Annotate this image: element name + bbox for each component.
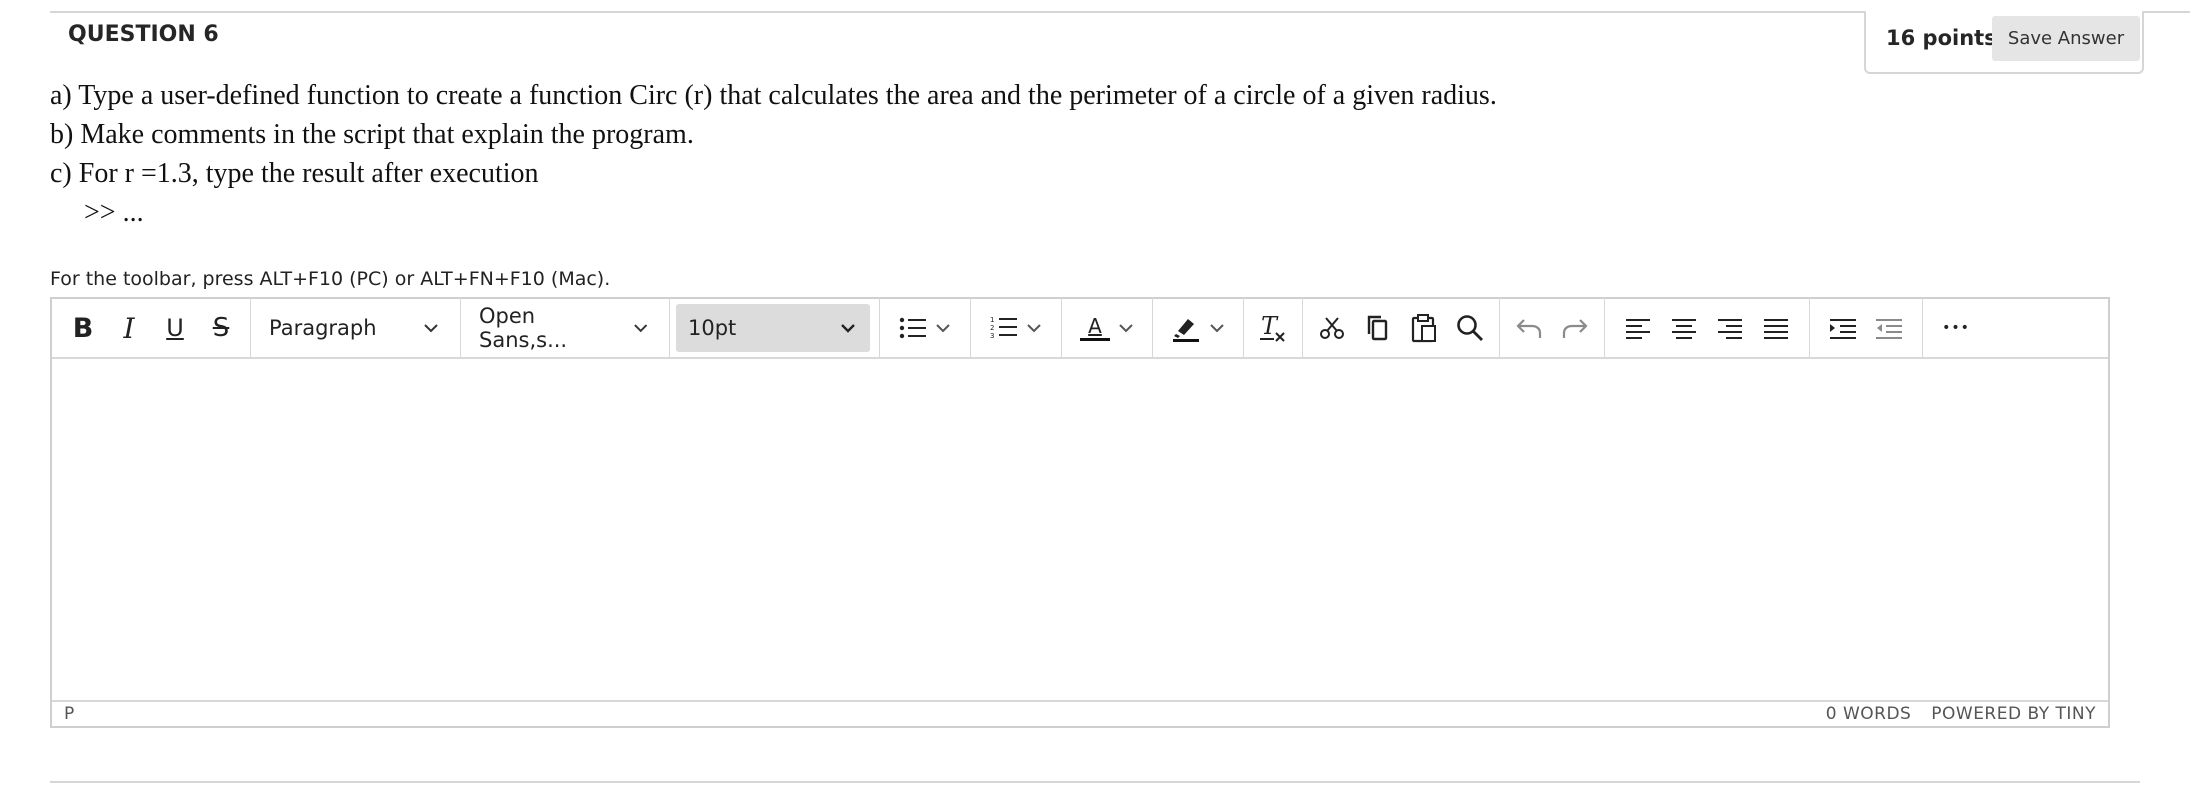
font-family-select[interactable]: Open Sans,s...	[467, 304, 662, 352]
highlight-color-button[interactable]	[1159, 306, 1237, 350]
align-left-icon	[1626, 319, 1650, 339]
points-panel: 16 points Save Answer	[1864, 11, 2144, 74]
paste-button[interactable]	[1401, 306, 1447, 350]
chevron-down-icon	[633, 324, 647, 333]
clipboard-group	[1303, 298, 1500, 358]
undo-icon	[1516, 319, 1542, 338]
strikethrough-button[interactable]: S	[198, 306, 244, 350]
bottom-divider	[50, 781, 2140, 783]
bold-icon: B	[72, 312, 94, 344]
font-size-select[interactable]: 10pt	[676, 304, 870, 352]
underline-button[interactable]: U	[152, 306, 198, 350]
font-family-value: Open Sans,s...	[479, 304, 568, 352]
block-format-value: Paragraph	[269, 316, 377, 340]
align-justify-button[interactable]	[1753, 306, 1799, 350]
search-icon	[1457, 315, 1483, 341]
clipboard-icon	[1411, 314, 1436, 343]
copy-button[interactable]	[1355, 306, 1401, 350]
chevron-down-icon	[1210, 324, 1224, 333]
align-right-button[interactable]	[1707, 306, 1753, 350]
bold-button[interactable]: B	[60, 306, 106, 350]
italic-button[interactable]: I	[106, 306, 152, 350]
status-right: 0 WORDS POWERED BY TINY	[1826, 704, 2096, 724]
numbered-list-button[interactable]: 1 2 3	[977, 306, 1055, 350]
italic-icon: I	[123, 311, 135, 345]
word-count[interactable]: 0 WORDS	[1826, 704, 1912, 724]
align-justify-icon	[1764, 319, 1788, 339]
svg-text:3: 3	[990, 332, 994, 340]
font-size-group: 10pt	[670, 298, 880, 358]
text-color-bar	[1080, 337, 1110, 341]
element-path[interactable]: P	[64, 704, 74, 724]
indent-group	[1810, 298, 1923, 358]
bullet-list-button[interactable]	[886, 306, 964, 350]
highlight-group	[1153, 298, 1244, 358]
question-prompt-line: >> ...	[84, 197, 144, 228]
text-color-glyph: A	[1088, 313, 1102, 338]
more-icon: •••	[1942, 320, 1970, 336]
text-color-button[interactable]: A	[1068, 306, 1146, 350]
indent-icon	[1830, 319, 1856, 339]
highlighter-icon	[1173, 319, 1199, 342]
clear-formatting-button[interactable]: T	[1250, 306, 1296, 350]
powered-by-link[interactable]: POWERED BY TINY	[1931, 704, 2096, 724]
align-right-icon	[1718, 319, 1742, 339]
editor-content-area[interactable]	[52, 359, 2108, 700]
find-replace-button[interactable]	[1447, 306, 1493, 350]
question-line-b: b) Make comments in the script that expl…	[50, 119, 694, 150]
points-label: 16 points	[1886, 26, 1997, 50]
indent-button[interactable]	[1820, 306, 1866, 350]
clear-formatting-icon: T	[1260, 314, 1285, 342]
editor-toolbar: B I U S Paragraph Open Sans,s... 10pt 1 …	[52, 298, 2108, 359]
numbered-list-group: 1 2 3	[971, 298, 1062, 358]
question-title: QUESTION 6	[68, 22, 219, 47]
more-group: •••	[1923, 298, 1989, 358]
bullet-list-group	[880, 298, 971, 358]
question-line-c: c) For r =1.3, type the result after exe…	[50, 158, 539, 189]
redo-button[interactable]	[1552, 306, 1598, 350]
cut-button[interactable]	[1309, 306, 1355, 350]
chevron-down-icon	[1027, 324, 1041, 333]
scissors-icon	[1320, 317, 1344, 339]
copy-icon	[1367, 315, 1388, 341]
block-format-select[interactable]: Paragraph	[257, 304, 453, 352]
editor-status-bar: P 0 WORDS POWERED BY TINY	[52, 700, 2108, 726]
font-family-group: Open Sans,s...	[461, 298, 670, 358]
align-left-button[interactable]	[1615, 306, 1661, 350]
bullet-list-icon	[899, 317, 926, 339]
rich-text-editor: B I U S Paragraph Open Sans,s... 10pt 1 …	[50, 297, 2110, 728]
chevron-down-icon	[1119, 324, 1133, 333]
text-color-icon: A	[1080, 316, 1110, 341]
svg-text:1: 1	[990, 316, 994, 324]
alignment-group	[1605, 298, 1810, 358]
chevron-down-icon	[424, 324, 438, 333]
font-size-value: 10pt	[688, 316, 737, 340]
more-options-button[interactable]: •••	[1933, 306, 1979, 350]
question-text: a) Type a user-defined function to creat…	[50, 76, 1750, 232]
outdent-icon	[1876, 319, 1902, 339]
clear-format-group: T	[1244, 298, 1303, 358]
format-group: B I U S	[52, 298, 251, 358]
text-color-group: A	[1062, 298, 1153, 358]
align-center-icon	[1672, 319, 1696, 339]
svg-text:T: T	[1261, 314, 1279, 340]
align-center-button[interactable]	[1661, 306, 1707, 350]
underline-icon: U	[166, 314, 184, 342]
chevron-down-icon	[841, 324, 855, 333]
redo-icon	[1562, 319, 1588, 338]
history-group	[1500, 298, 1605, 358]
save-answer-button[interactable]: Save Answer	[1992, 16, 2140, 61]
question-line-a: a) Type a user-defined function to creat…	[50, 80, 1497, 111]
toolbar-hint: For the toolbar, press ALT+F10 (PC) or A…	[50, 268, 611, 290]
chevron-down-icon	[936, 324, 950, 333]
undo-button[interactable]	[1506, 306, 1552, 350]
block-format-group: Paragraph	[251, 298, 461, 358]
svg-text:2: 2	[990, 324, 994, 332]
outdent-button[interactable]	[1866, 306, 1912, 350]
numbered-list-icon: 1 2 3	[990, 316, 1017, 340]
strikethrough-icon: S	[212, 313, 230, 343]
